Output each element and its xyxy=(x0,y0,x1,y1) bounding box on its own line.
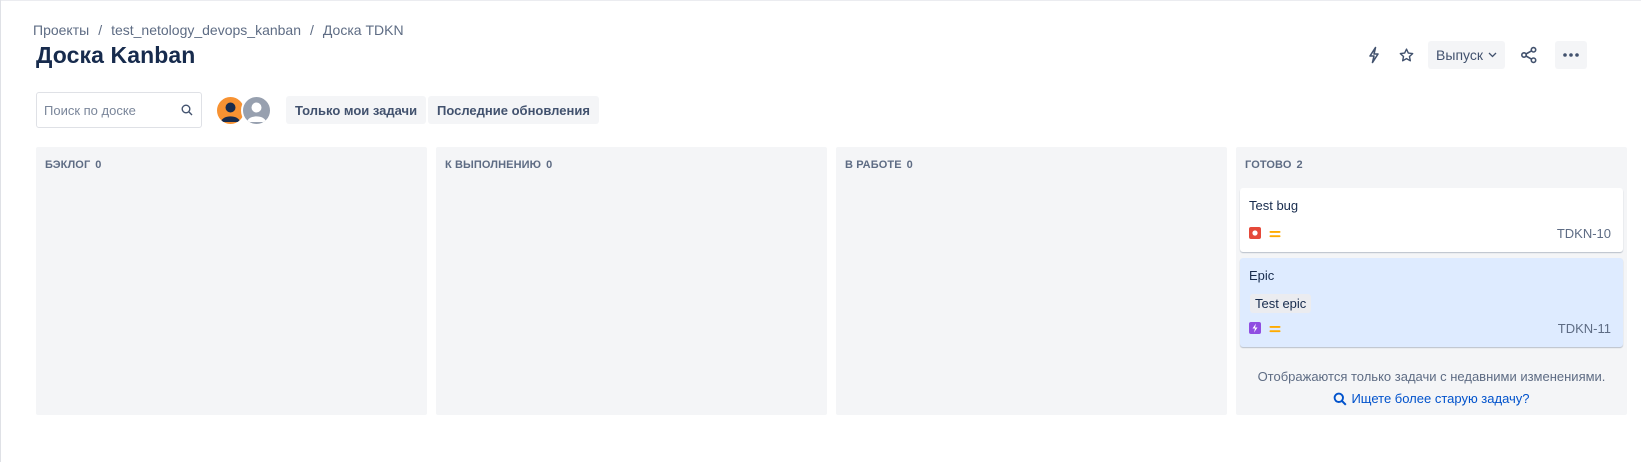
column-title: БЭКЛОГ xyxy=(45,159,91,171)
column-count: 0 xyxy=(546,159,553,171)
older-issues-link[interactable]: Ищете более старую задачу? xyxy=(1236,391,1627,406)
search-input[interactable] xyxy=(44,102,174,118)
column-title: К ВЫПОЛНЕНИЮ xyxy=(445,159,542,171)
column-done: ГОТОВО 2 Test bug TDKN-10 Epic Test epic … xyxy=(1236,147,1627,415)
share-button[interactable] xyxy=(1513,41,1545,69)
breadcrumb-projects[interactable]: Проекты xyxy=(33,22,89,38)
column-count: 0 xyxy=(906,159,913,171)
column-todo: К ВЫПОЛНЕНИЮ 0 xyxy=(436,147,827,415)
column-count: 0 xyxy=(95,159,102,171)
epic-lozenge[interactable]: Test epic xyxy=(1250,294,1312,313)
column-backlog: БЭКЛОГ 0 xyxy=(36,147,427,415)
column-header: В РАБОТЕ 0 xyxy=(845,159,913,171)
star-icon xyxy=(1398,47,1415,64)
page-title: Доска Kanban xyxy=(36,42,196,68)
breadcrumb-project[interactable]: test_netology_devops_kanban xyxy=(111,22,301,38)
lightning-icon xyxy=(1366,46,1382,64)
release-button[interactable]: Выпуск xyxy=(1428,41,1505,69)
priority-medium-icon xyxy=(1269,227,1281,239)
column-header: К ВЫПОЛНЕНИЮ 0 xyxy=(445,159,552,171)
column-header: БЭКЛОГ 0 xyxy=(45,159,102,171)
user-icon xyxy=(217,97,244,124)
star-button[interactable] xyxy=(1390,41,1422,69)
column-title: ГОТОВО xyxy=(1245,159,1292,171)
breadcrumb-separator: / xyxy=(310,22,314,38)
breadcrumb-separator: / xyxy=(98,22,103,38)
more-button[interactable] xyxy=(1555,41,1587,69)
column-in-progress: В РАБОТЕ 0 xyxy=(836,147,1227,415)
older-issues-link-label: Ищете более старую задачу? xyxy=(1351,391,1530,406)
automation-button[interactable] xyxy=(1358,41,1390,69)
issue-card[interactable]: Epic Test epic TDKN-11 xyxy=(1240,258,1623,347)
frame-top-border xyxy=(0,0,1641,1)
search-icon[interactable] xyxy=(181,104,193,116)
column-count: 2 xyxy=(1296,159,1303,171)
release-label: Выпуск xyxy=(1436,47,1483,63)
epic-icon xyxy=(1249,322,1261,334)
search-icon xyxy=(1333,392,1351,406)
column-header: ГОТОВО 2 xyxy=(1245,159,1303,171)
user-icon xyxy=(243,97,270,124)
only-my-issues-button[interactable]: Только мои задачи xyxy=(286,96,427,124)
breadcrumb: Проекты / test_netology_devops_kanban / … xyxy=(33,22,404,38)
frame-left-border xyxy=(0,0,1,462)
card-key[interactable]: TDKN-10 xyxy=(1557,226,1611,241)
board-search xyxy=(36,92,202,128)
card-key[interactable]: TDKN-11 xyxy=(1558,321,1611,336)
column-title: В РАБОТЕ xyxy=(845,159,902,171)
recently-updated-button[interactable]: Последние обновления xyxy=(428,96,599,124)
recent-issues-note: Отображаются только задачи с недавними и… xyxy=(1257,369,1606,384)
card-summary: Test bug xyxy=(1249,198,1299,213)
avatar-group xyxy=(215,95,272,126)
avatar[interactable] xyxy=(241,95,272,126)
bug-icon xyxy=(1249,227,1261,239)
breadcrumb-board[interactable]: Доска TDKN xyxy=(323,22,404,38)
share-icon xyxy=(1520,46,1538,64)
issue-card[interactable]: Test bug TDKN-10 xyxy=(1240,188,1623,252)
priority-medium-icon xyxy=(1269,322,1281,334)
header-actions: Выпуск xyxy=(1358,41,1587,69)
more-icon xyxy=(1563,53,1579,57)
chevron-down-icon xyxy=(1488,52,1497,58)
card-summary: Epic xyxy=(1249,268,1275,283)
